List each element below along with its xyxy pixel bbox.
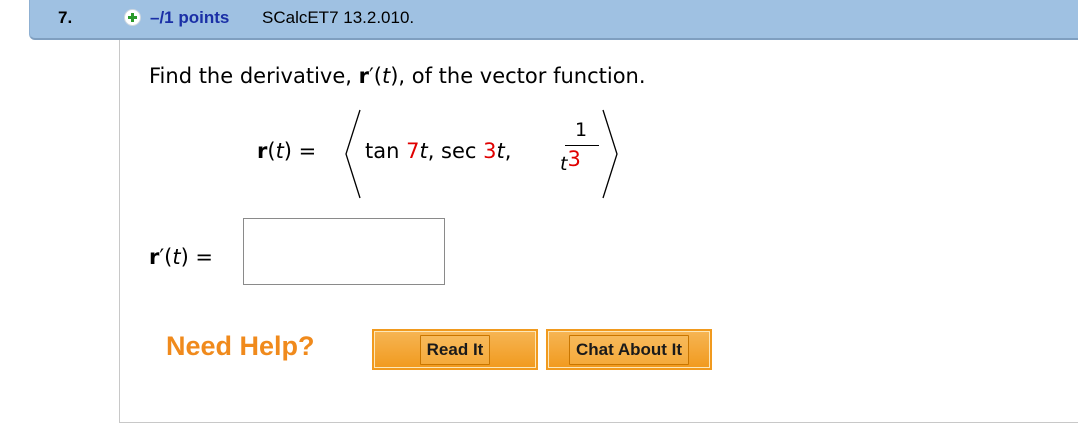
- question-header: 7. –/1 points SCalcET7 13.2.010.: [29, 0, 1078, 40]
- answer-label: r′(t) =: [149, 245, 214, 269]
- need-help-label: Need Help?: [166, 331, 315, 361]
- fraction-bar: [565, 145, 599, 146]
- fraction-numerator: 1: [574, 119, 588, 141]
- plus-icon[interactable]: [124, 9, 141, 26]
- question-number: 7.: [58, 8, 73, 27]
- read-it-label: Read It: [419, 334, 491, 365]
- left-angle-bracket: [345, 109, 361, 199]
- right-angle-bracket: [602, 109, 618, 199]
- fraction-denominator: t3: [560, 147, 581, 175]
- equation-components: tan 7t, sec 3t,: [365, 139, 512, 163]
- question-text: Find the derivative, r′(t), of the vecto…: [149, 64, 646, 88]
- chat-about-it-label: Chat About It: [568, 334, 690, 365]
- question-source: SCalcET7 13.2.010.: [262, 8, 415, 27]
- equation-lhs: r(t) =: [257, 139, 317, 163]
- chat-about-it-button[interactable]: Chat About It: [546, 329, 712, 370]
- points-label: –/1 points: [150, 8, 230, 27]
- answer-input[interactable]: [243, 218, 445, 285]
- read-it-button[interactable]: Read It: [372, 329, 538, 370]
